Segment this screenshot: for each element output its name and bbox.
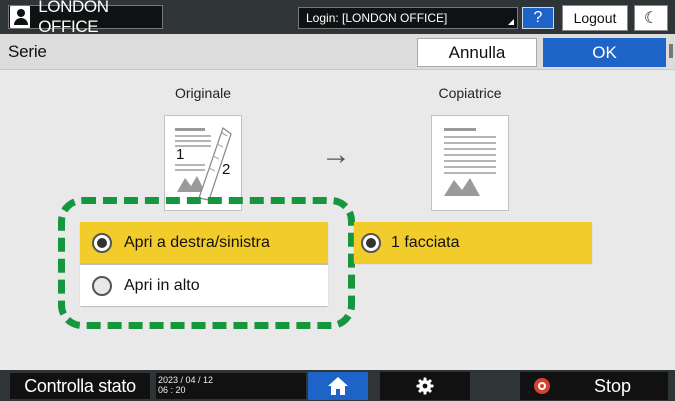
option-label: 1 facciata [391, 233, 460, 251]
home-button[interactable] [308, 372, 368, 400]
date-time-display: 2023 / 04 / 12 06 : 20 [156, 373, 306, 399]
top-bar: LONDON OFFICE Login: [LONDON OFFICE] ? L… [0, 0, 675, 36]
arrow-right-icon: → [321, 138, 351, 171]
original-page-1: 1 [176, 146, 184, 163]
option-one-sided[interactable]: 1 facciata [354, 222, 592, 263]
screen-title: Serie [8, 42, 47, 61]
original-label: Originale [174, 85, 232, 101]
bottom-bar: Controlla stato 2023 / 04 / 12 06 : 20 S… [0, 370, 675, 401]
copy-label: Copiatrice [438, 85, 502, 101]
user-name: LONDON OFFICE [38, 0, 109, 36]
document-page-icon [444, 128, 496, 196]
stop-label: Stop [594, 375, 632, 396]
login-status-field[interactable]: Login: [LONDON OFFICE] [298, 7, 518, 29]
home-icon [328, 377, 348, 395]
gear-icon [416, 377, 434, 395]
cancel-button[interactable]: Annulla [417, 38, 537, 67]
highlight-frame [58, 197, 355, 329]
radio-selected-icon [361, 232, 381, 253]
date-text: 2023 / 04 / 12 [158, 375, 214, 385]
help-button[interactable]: ? [522, 7, 554, 29]
login-text: Login: [LONDON OFFICE] [306, 11, 448, 25]
ok-button[interactable]: OK [543, 38, 666, 67]
copy-document-icon [431, 115, 509, 211]
resize-corner-icon [508, 19, 514, 25]
logout-button[interactable]: Logout [562, 5, 628, 31]
check-status-button[interactable]: Controlla stato [10, 373, 150, 399]
moon-icon[interactable]: ☾ [634, 5, 668, 31]
time-text: 06 : 20 [158, 385, 186, 395]
header-edge-marker [669, 44, 673, 58]
stop-button[interactable]: Stop [520, 372, 668, 400]
main-panel: Originale Copiatrice 1 2 → Apri a destra… [0, 70, 675, 370]
settings-button[interactable] [380, 372, 470, 400]
screen-header: Serie Annulla OK [0, 34, 675, 70]
user-icon [10, 6, 31, 28]
user-box[interactable]: LONDON OFFICE [8, 0, 163, 36]
original-page-2: 2 [222, 161, 230, 178]
stop-icon [534, 378, 550, 394]
